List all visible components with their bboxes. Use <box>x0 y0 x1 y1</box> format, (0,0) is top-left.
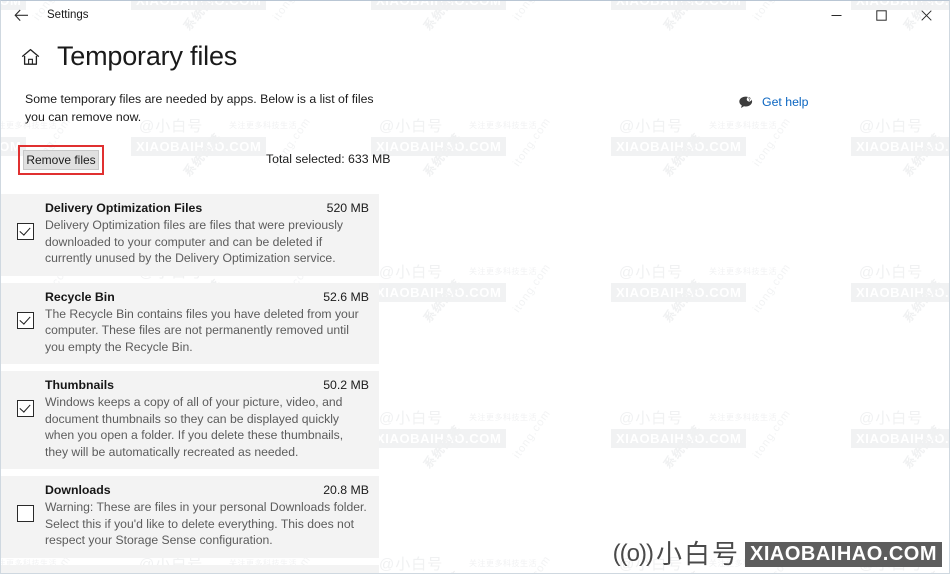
watermark-cn-text: @小白号 <box>379 556 444 573</box>
watermark-diagonal-cn-text: 系统部落 <box>900 422 945 472</box>
watermark-domain: XIAOBAIHAO.COM <box>611 429 747 448</box>
file-item-size: 52.6 MB <box>323 289 369 304</box>
file-list-item[interactable]: Recycle Bin 52.6 MB The Recycle Bin contai… <box>1 282 379 364</box>
file-checkbox[interactable] <box>17 223 34 240</box>
file-item-header: Thumbnails 50.2 MB <box>45 378 369 392</box>
file-item-body: Recycle Bin 52.6 MB The Recycle Bin contai… <box>45 290 369 356</box>
watermark-diagonal-cn-text: 系统部落 <box>419 567 465 573</box>
file-item-header: Downloads 20.8 MB <box>45 483 369 497</box>
watermark-cn-text: @小白号 <box>619 410 684 427</box>
file-item-name: Thumbnails <box>45 378 115 392</box>
watermark-diagonal-cn-text: 系统部落 <box>660 422 705 472</box>
watermark-cn-text: @小白号 <box>859 264 924 281</box>
watermark-diagonal-cn-text: 系统部落 <box>420 422 465 472</box>
watermark-tile: @小白号 关注更多科技生活 XIAOBAIHAO.COMitong.com 系统部落 <box>601 399 841 545</box>
watermark-cn-subtext: 关注更多科技生活 <box>709 267 777 276</box>
watermark-cn-text: @小白号 <box>859 118 924 135</box>
file-item-description: Delivery Optimization files are files th… <box>45 218 344 265</box>
file-item-body: Downloads 20.8 MB Warning: These are files… <box>45 483 369 549</box>
watermark-diagonal-text: itong.com <box>511 261 554 315</box>
minimize-button[interactable] <box>814 1 859 29</box>
watermark-diagonal-cn-text: 系统部落 <box>900 276 945 326</box>
file-item-body: Thumbnails 50.2 MB Windows keeps a copy of… <box>45 378 369 460</box>
file-item-header: Recycle Bin 52.6 MB <box>45 290 369 304</box>
file-list-item[interactable]: Delivery Optimization Files 520 MB Deliver… <box>1 194 379 276</box>
caption-buttons <box>814 1 949 29</box>
watermark-diagonal-cn-text: 系统部落 <box>660 276 705 326</box>
file-list-item[interactable]: Thumbnails 50.2 MB Windows keeps a copy of… <box>1 371 379 469</box>
file-list-item[interactable]: Downloads 20.8 MB Warning: These are files… <box>1 476 379 558</box>
window-title: Settings <box>47 9 89 21</box>
watermark-domain: XIAOBAIHAO.COM <box>371 429 507 448</box>
temporary-files-list: Delivery Optimization Files 520 MB Deliver… <box>1 194 379 573</box>
action-row: Remove files Total selected: 633 MB <box>1 145 949 185</box>
watermark-tile: @小白号关注更多科技生活XIAOBAIHAO.COMitong.com系统部落 <box>841 253 949 399</box>
page-header: Temporary files <box>1 29 949 70</box>
file-list-item[interactable]: Temporary Internet Files5.74 MBThe Tempo… <box>1 564 379 573</box>
file-item-name: Downloads <box>45 483 111 497</box>
title-bar: Settings <box>1 1 949 29</box>
watermark-tile: @小白号 关注更多科技生活 XIAOBAIHAO.COMitong.com 系统部落 <box>361 399 601 545</box>
watermark-domain: XIAOBAIHAO.COM <box>851 429 949 448</box>
file-item-description: The Recycle Bin contains files you have … <box>45 306 359 354</box>
remove-files-button[interactable]: Remove files <box>23 150 99 170</box>
watermark-tile: @小白号关注更多科技生活XIAOBAIHAO.COMitong.com系统部落 <box>361 545 601 573</box>
watermark-cn-text: @小白号 <box>619 118 684 135</box>
page-title: Temporary files <box>57 41 238 71</box>
watermark-diagonal-text: itong.com <box>751 407 794 461</box>
file-item-description: Windows keeps a copy of all of your pict… <box>45 395 344 459</box>
brand-name-cn: 小白号 <box>655 539 740 569</box>
watermark-tile: @小白号 关注更多科技生活 XIAOBAIHAO.COMitong.com 系统部落 <box>361 253 601 399</box>
signal-wave-icon: ((o)) <box>612 540 654 567</box>
watermark-domain: XIAOBAIHAO.COM <box>851 283 949 302</box>
watermark-diagonal-text: itong.com <box>511 554 553 573</box>
close-button[interactable] <box>904 1 949 29</box>
watermark-tile: @小白号关注更多科技生活XIAOBAIHAO.COMitong.com系统部落 <box>841 399 949 545</box>
watermark-domain: XIAOBAIHAO.COM <box>371 283 507 302</box>
watermark-cn-subtext: 关注更多科技生活 <box>709 121 777 130</box>
file-item-size: 520 MB <box>326 201 369 215</box>
file-item-size: 20.8 MB <box>323 483 369 497</box>
file-checkbox[interactable] <box>17 505 34 522</box>
watermark-cn-subtext: 关注更多科技生活 <box>469 121 537 130</box>
watermark-diagonal-cn-text: 系统部落 <box>899 567 945 573</box>
total-selected-label: Total selected: 633 MB <box>266 152 391 166</box>
maximize-button[interactable] <box>859 1 904 29</box>
file-item-name: Delivery Optimization Files <box>45 201 203 215</box>
watermark-cn-subtext: 关注更多科技生活 <box>469 559 537 568</box>
watermark-cn-text: @小白号 <box>379 264 444 281</box>
watermark-tile: @小白号 关注更多科技生活 XIAOBAIHAO.COMitong.com 系统部落 <box>601 253 841 399</box>
brand-domain: XIAOBAIHAO.COM <box>745 541 942 567</box>
page-description: Some temporary files are needed by apps.… <box>25 92 374 124</box>
watermark-cn-text: @小白号 <box>379 410 444 427</box>
brand-logo: ((o)) 小白号 XIAOBAIHAO.COM <box>613 541 942 567</box>
help-chat-icon <box>738 94 754 110</box>
watermark-cn-subtext: 关注更多科技生活 <box>469 267 537 276</box>
watermark-cn-text: @小白号 <box>619 264 684 281</box>
watermark-diagonal-text: itong.com <box>511 407 554 461</box>
watermark-cn-subtext: 关注更多科技生活 <box>709 413 777 422</box>
file-checkbox[interactable] <box>17 400 34 417</box>
back-button[interactable] <box>1 1 41 29</box>
watermark-diagonal-text: itong.com <box>751 261 794 315</box>
file-item-header: Delivery Optimization Files 520 MB <box>45 201 369 215</box>
home-icon[interactable] <box>19 46 41 68</box>
file-item-description: Warning: These are files in your persona… <box>45 500 367 547</box>
watermark-cn-subtext: 关注更多科技生活 <box>469 413 537 422</box>
watermark-diagonal-cn-text: 系统部落 <box>420 276 465 326</box>
watermark-cn-text: @小白号 <box>859 410 924 427</box>
file-item-body: Delivery Optimization Files 520 MB Deliver… <box>45 201 369 267</box>
get-help-label: Get help <box>762 95 809 109</box>
settings-window: @小白号关注更多科技生活XIAOBAIHAO.COMitong.com系统部落@… <box>0 0 950 574</box>
watermark-domain: XIAOBAIHAO.COM <box>611 283 747 302</box>
get-help-link[interactable]: Get help <box>738 94 809 110</box>
file-checkbox[interactable] <box>17 311 34 329</box>
file-item-size: 50.2 MB <box>323 378 369 392</box>
file-item-name: Recycle Bin <box>45 289 115 304</box>
